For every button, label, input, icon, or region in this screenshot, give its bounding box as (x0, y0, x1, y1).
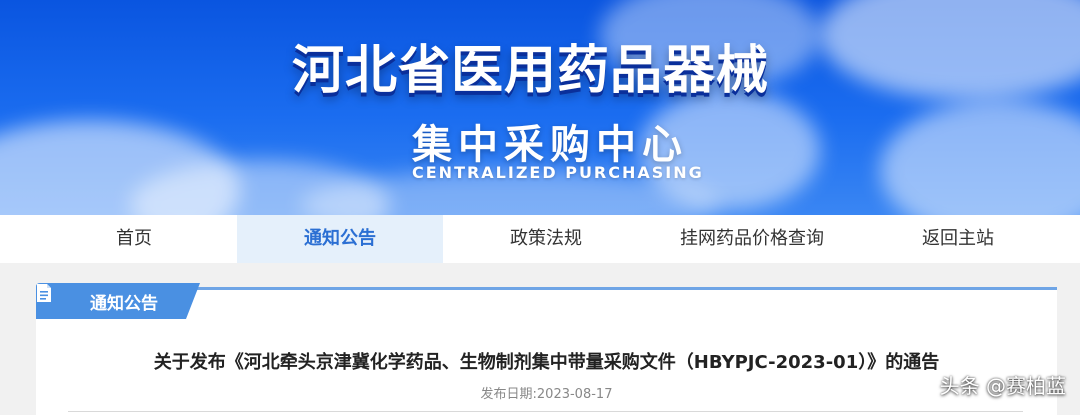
watermark: 头条 @赛柏蓝 (939, 374, 1066, 398)
nav-item-policies[interactable]: 政策法规 (443, 215, 649, 263)
section-tab-label: 通知公告 (90, 294, 158, 314)
site-subtitle: 集中采购中心 (412, 122, 688, 168)
nav-item-home[interactable]: 首页 (34, 215, 234, 263)
site-title: 河北省医用药品器械 (292, 41, 770, 101)
site-subtitle-english: CENTRALIZED PURCHASING (412, 163, 704, 182)
cloud-decoration (820, 0, 1080, 100)
article-title[interactable]: 关于发布《河北牵头京津冀化学药品、生物制剂集中带量采购文件（HBYPJC-202… (36, 348, 1057, 374)
section-tab-notices: 通知公告 (36, 283, 200, 319)
main-nav: 首页 通知公告 政策法规 挂网药品价格查询 返回主站 (0, 215, 1080, 263)
nav-item-drug-price-query[interactable]: 挂网药品价格查询 (649, 215, 855, 263)
publish-date: 发布日期:2023-08-17 (480, 387, 613, 402)
cloud-decoration (880, 100, 1080, 215)
nav-item-notices[interactable]: 通知公告 (237, 215, 443, 263)
nav-item-main-site[interactable]: 返回主站 (855, 215, 1061, 263)
header-banner: 河北省医用药品器械 集中采购中心 CENTRALIZED PURCHASING (0, 0, 1080, 215)
document-icon (37, 284, 51, 302)
